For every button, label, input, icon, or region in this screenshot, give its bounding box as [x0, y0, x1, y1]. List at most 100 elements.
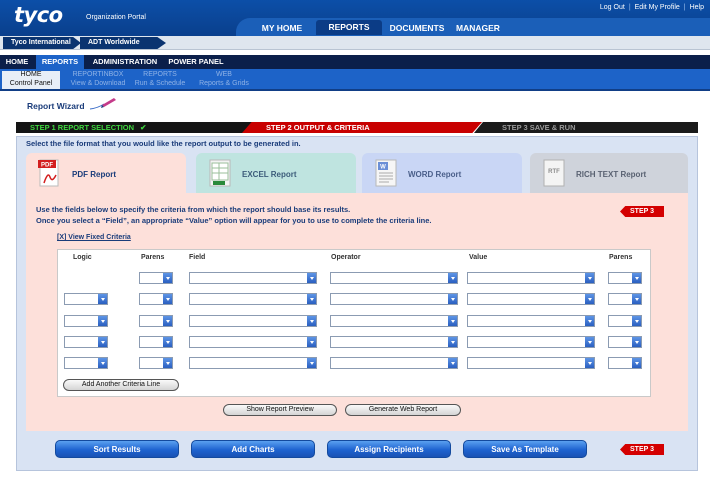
step-label: STEP 2 OUTPUT & CRITERIA [266, 123, 370, 132]
breadcrumb-item[interactable]: Tyco International [3, 37, 81, 49]
format-tab-pdf[interactable]: PDF PDF Report [26, 153, 186, 193]
page-title: Report Wizard [27, 101, 85, 111]
view-fixed-criteria-link[interactable]: [X] View Fixed Criteria [57, 234, 131, 241]
step-1: STEP 1 REPORT SELECTION ✔ [16, 122, 252, 133]
add-charts-button[interactable]: Add Charts [191, 440, 315, 458]
instruction-line: Use the fields below to specify the crit… [36, 205, 351, 214]
step-label: STEP 1 REPORT SELECTION [30, 123, 135, 132]
subnav-label: REPORTINBOX [72, 71, 124, 78]
nav-home[interactable]: HOME [0, 55, 34, 69]
step3-badge-bottom[interactable]: STEP 3 [620, 444, 664, 455]
subnav-label: HOME [20, 71, 42, 78]
portal-label: Organization Portal [86, 14, 146, 21]
wizard-steps: STEP 1 REPORT SELECTION ✔ STEP 2 OUTPUT … [16, 122, 698, 133]
generate-web-report-button[interactable]: Generate Web Report [345, 404, 461, 416]
field-dropdown[interactable] [189, 315, 317, 327]
value-dropdown[interactable] [467, 293, 595, 305]
field-dropdown[interactable] [189, 272, 317, 284]
subnav-label: REPORTS [143, 71, 177, 78]
show-report-preview-button[interactable]: Show Report Preview [223, 404, 337, 416]
app-header: tyco Organization Portal Log Out | Edit … [0, 0, 710, 36]
open-parens-dropdown[interactable] [139, 336, 173, 348]
subnav-web[interactable]: WEB Reports & Grids [194, 71, 254, 89]
value-dropdown[interactable] [467, 336, 595, 348]
open-parens-dropdown[interactable] [139, 315, 173, 327]
subnav-sublabel: Control Panel [9, 79, 53, 87]
step3-badge[interactable]: STEP 3 [620, 206, 664, 217]
subnav-reportinbox[interactable]: REPORTINBOX View & Download [66, 71, 130, 89]
close-parens-dropdown[interactable] [608, 315, 642, 327]
pdf-icon: PDF [38, 159, 59, 187]
step-label: STEP 3 SAVE & RUN [502, 123, 576, 132]
criteria-instructions: Use the fields below to specify the crit… [36, 205, 432, 226]
subnav-sublabel: View & Download [70, 79, 126, 87]
close-parens-dropdown[interactable] [608, 336, 642, 348]
operator-dropdown[interactable] [330, 293, 458, 305]
tab-manager[interactable]: MANAGER [450, 21, 506, 35]
rtf-icon: RTF [543, 159, 565, 187]
separator: | [683, 4, 686, 11]
nav-administration[interactable]: ADMINISTRATION [88, 55, 162, 69]
subnav-sublabel: Reports & Grids [199, 79, 249, 87]
main-tabs: MY HOME REPORTS DOCUMENTS MANAGER [236, 18, 710, 36]
field-dropdown[interactable] [189, 336, 317, 348]
nav-reports[interactable]: REPORTS [36, 55, 84, 69]
logic-dropdown[interactable] [64, 293, 108, 305]
format-tab-word[interactable]: W WORD Report [362, 153, 522, 193]
open-parens-dropdown[interactable] [139, 293, 173, 305]
save-as-template-button[interactable]: Save As Template [463, 440, 587, 458]
format-instruction: Select the file format that you would li… [26, 139, 301, 148]
pen-icon [89, 98, 116, 110]
edit-profile-link[interactable]: Edit My Profile [635, 4, 680, 11]
breadcrumb-item[interactable]: ADT Worldwide [80, 37, 166, 49]
instruction-line: Once you select a “Field”, an appropriat… [36, 215, 432, 225]
svg-text:PDF: PDF [41, 163, 53, 169]
logic-dropdown[interactable] [64, 315, 108, 327]
col-field: Field [189, 254, 206, 261]
tyco-logo[interactable]: tyco [14, 3, 63, 27]
col-value: Value [469, 254, 488, 261]
step-3: STEP 3 SAVE & RUN [474, 122, 698, 133]
svg-text:W: W [380, 165, 386, 171]
open-parens-dropdown[interactable] [139, 357, 173, 369]
col-logic: Logic [73, 254, 92, 261]
col-parens: Parens [141, 254, 165, 261]
col-operator: Operator [331, 254, 361, 261]
operator-dropdown[interactable] [330, 315, 458, 327]
logout-link[interactable]: Log Out [600, 4, 625, 11]
operator-dropdown[interactable] [330, 357, 458, 369]
help-link[interactable]: Help [690, 4, 704, 11]
value-dropdown[interactable] [467, 357, 595, 369]
subnav-sublabel: Run & Schedule [134, 79, 186, 87]
field-dropdown[interactable] [189, 293, 317, 305]
format-label: PDF Report [72, 170, 116, 179]
format-label: RICH TEXT Report [576, 170, 647, 179]
format-tab-rtf[interactable]: RTF RICH TEXT Report [530, 153, 688, 193]
logic-dropdown[interactable] [64, 336, 108, 348]
tab-my-home[interactable]: MY HOME [252, 21, 312, 35]
subnav-reports[interactable]: REPORTS Run & Schedule [130, 71, 190, 89]
subnav-home[interactable]: HOME Control Panel [2, 71, 60, 89]
separator: | [628, 4, 631, 11]
assign-recipients-button[interactable]: Assign Recipients [327, 440, 451, 458]
criteria-grid-header: Logic Parens Field Operator Value Parens [57, 249, 651, 263]
field-dropdown[interactable] [189, 357, 317, 369]
close-parens-dropdown[interactable] [608, 293, 642, 305]
operator-dropdown[interactable] [330, 272, 458, 284]
close-parens-dropdown[interactable] [608, 357, 642, 369]
value-dropdown[interactable] [467, 315, 595, 327]
step-2: STEP 2 OUTPUT & CRITERIA [242, 122, 482, 133]
add-criteria-line-button[interactable]: Add Another Criteria Line [63, 379, 179, 391]
section-nav: HOME REPORTS ADMINISTRATION POWER PANEL [0, 55, 710, 69]
top-links: Log Out | Edit My Profile | Help [600, 4, 704, 11]
value-dropdown[interactable] [467, 272, 595, 284]
tab-reports[interactable]: REPORTS [316, 20, 382, 35]
tab-documents[interactable]: DOCUMENTS [386, 21, 448, 35]
close-parens-dropdown[interactable] [608, 272, 642, 284]
format-tab-excel[interactable]: EXCEL Report [196, 153, 356, 193]
open-parens-dropdown[interactable] [139, 272, 173, 284]
operator-dropdown[interactable] [330, 336, 458, 348]
sort-results-button[interactable]: Sort Results [55, 440, 179, 458]
nav-power-panel[interactable]: POWER PANEL [164, 55, 228, 69]
logic-dropdown[interactable] [64, 357, 108, 369]
